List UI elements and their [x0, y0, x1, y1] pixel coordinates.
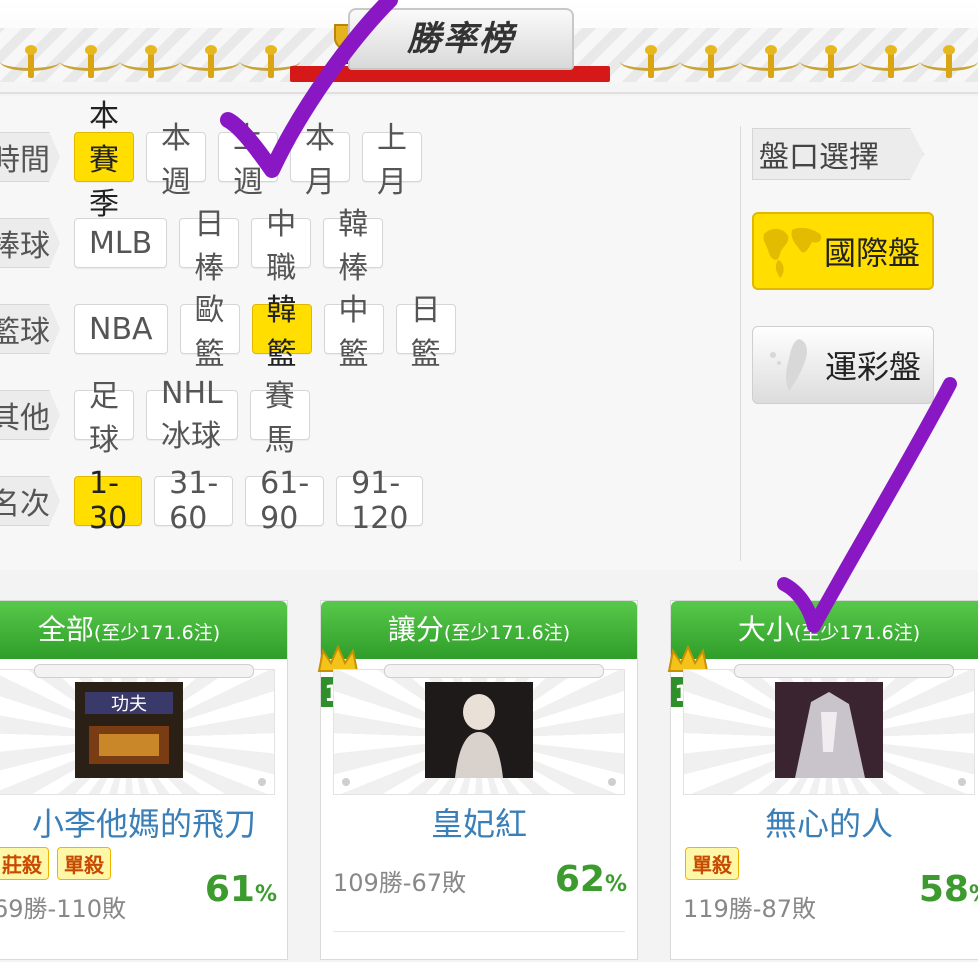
ranking-card-all[interactable]: 全部(至少171.6注) 功夫 小李他媽的飛刀 莊殺 單殺 69勝-110敗 6…	[0, 600, 288, 960]
tag-badge: 單殺	[685, 847, 739, 880]
card-header: 全部(至少171.6注)	[0, 601, 287, 659]
card-showcase	[683, 664, 975, 795]
option-this-month[interactable]: 本月	[290, 121, 350, 200]
ranking-banner: 勝率榜	[0, 0, 978, 94]
card-title: 全部	[37, 613, 94, 646]
option-mlb[interactable]: MLB	[74, 218, 168, 268]
win-loss-record: 109勝-67敗	[333, 869, 467, 897]
option-this-season[interactable]: 本賽季	[74, 99, 134, 222]
option-rank-61-90[interactable]: 61-90	[245, 466, 325, 536]
sports-lottery-odds-label: 運彩盤	[824, 348, 921, 386]
divider	[740, 126, 741, 561]
card-title: 讓分	[387, 613, 444, 646]
option-npb[interactable]: 日棒	[179, 207, 240, 286]
option-last-month[interactable]: 上月	[362, 121, 422, 200]
sports-lottery-odds-button[interactable]: 運彩盤	[752, 326, 934, 404]
option-kbo[interactable]: 韓棒	[323, 207, 384, 286]
option-japan-basketball[interactable]: 日籃	[395, 293, 456, 372]
next-entry	[333, 931, 625, 962]
option-cpbl[interactable]: 中職	[251, 207, 312, 286]
row-label-other: 其他	[0, 390, 60, 440]
tipster-name[interactable]: 小李他媽的飛刀	[1, 799, 287, 845]
row-label-basketball: 籃球	[0, 304, 60, 354]
tag-badge: 單殺	[57, 847, 111, 880]
option-euro-basketball[interactable]: 歐籃	[179, 293, 240, 372]
option-last-week[interactable]: 上週	[218, 121, 278, 200]
win-rate: 62%	[554, 859, 627, 900]
avatar	[775, 682, 883, 778]
card-header: 讓分(至少171.6注)	[321, 601, 637, 659]
filter-panel: 時間 本賽季 本週 上週 本月 上月 棒球 MLB 日棒 中職 韓棒 籃球 NB…	[0, 96, 978, 570]
option-rank-1-30[interactable]: 1-30	[74, 466, 143, 536]
option-horse-racing[interactable]: 賽馬	[249, 379, 310, 458]
title-plaque: 勝率榜	[348, 8, 574, 70]
international-odds-button[interactable]: 國際盤	[752, 212, 934, 290]
ranking-card-over-under[interactable]: 大小(至少171.6注) 1 無心的人 單殺 119勝-87敗 58%	[667, 600, 978, 960]
option-rank-91-120[interactable]: 91-120	[336, 466, 424, 536]
card-subtitle: (至少171.6注)	[93, 622, 221, 644]
option-nhl[interactable]: NHL冰球	[146, 376, 238, 454]
card-title: 大小	[737, 613, 794, 646]
option-korea-basketball[interactable]: 韓籃	[251, 293, 312, 372]
avatar: 功夫	[75, 682, 183, 778]
win-loss-record: 69勝-110敗	[0, 895, 127, 923]
win-loss-record: 119勝-87敗	[683, 895, 817, 923]
tag-badge: 莊殺	[0, 847, 49, 880]
tipster-name[interactable]: 無心的人	[671, 799, 978, 845]
card-showcase: 功夫	[0, 664, 275, 795]
option-rank-31-60[interactable]: 31-60	[154, 466, 234, 536]
card-header: 大小(至少171.6注)	[671, 601, 978, 659]
option-this-week[interactable]: 本週	[146, 121, 206, 200]
world-map-icon	[763, 227, 822, 278]
win-rate: 58%	[918, 869, 978, 910]
row-label-time: 時間	[0, 132, 60, 182]
option-nba[interactable]: NBA	[74, 304, 168, 354]
card-subtitle: (至少171.6注)	[793, 622, 921, 644]
option-china-basketball[interactable]: 中籃	[323, 293, 384, 372]
international-odds-label: 國際盤	[823, 234, 920, 272]
svg-text:功夫: 功夫	[111, 694, 147, 715]
pankou-heading: 盤口選擇	[752, 128, 924, 180]
tipster-name[interactable]: 皇妃紅	[321, 799, 637, 845]
avatar	[425, 682, 533, 778]
option-soccer[interactable]: 足球	[74, 379, 134, 458]
row-label-rank: 名次	[0, 476, 60, 526]
page-title: 勝率榜	[407, 19, 515, 59]
card-showcase	[333, 664, 625, 795]
taiwan-map-icon	[770, 339, 807, 391]
card-subtitle: (至少171.6注)	[443, 622, 571, 644]
win-rate: 61%	[204, 869, 277, 910]
tag-list: 莊殺 單殺	[0, 847, 111, 880]
ranking-card-spread[interactable]: 讓分(至少171.6注) 1 皇妃紅 109勝-67敗 62%	[317, 600, 638, 962]
row-label-baseball: 棒球	[0, 218, 60, 268]
tag-list: 單殺	[685, 847, 739, 880]
